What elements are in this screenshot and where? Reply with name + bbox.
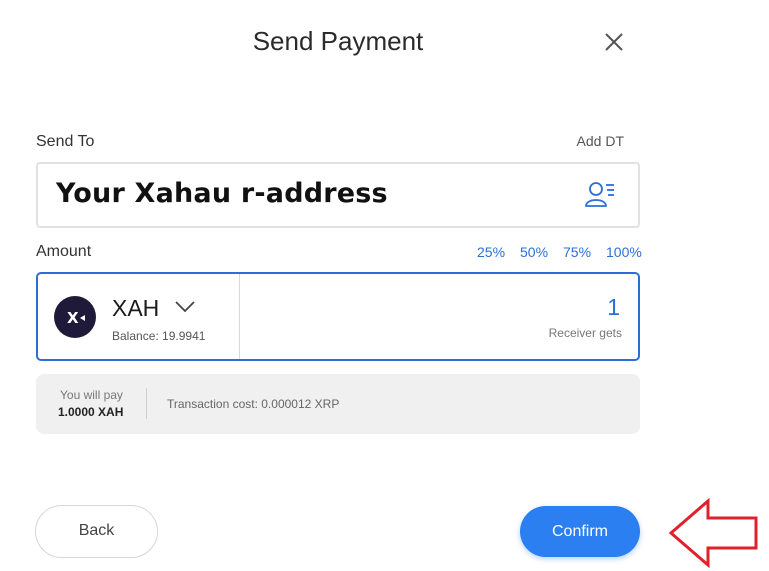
send-to-label: Send To (36, 133, 95, 150)
token-symbol: XAH (112, 295, 160, 321)
red-arrow-icon (668, 498, 758, 568)
percent-100-button[interactable]: 100% (606, 244, 642, 260)
contacts-button[interactable] (584, 180, 616, 210)
address-field[interactable]: Your Xahau r-address (36, 162, 640, 228)
address-value: Your Xahau r-address (56, 178, 388, 209)
xah-logo: X (54, 296, 96, 338)
percent-25-button[interactable]: 25% (477, 244, 505, 260)
receiver-gets-label: Receiver gets (548, 326, 622, 340)
contacts-icon (585, 182, 614, 207)
payment-summary: You will pay 1.0000 XAH Transaction cost… (36, 374, 640, 434)
token-balance: Balance: 19.9941 (112, 329, 206, 343)
pay-value: 1.0000 XAH (58, 405, 124, 419)
summary-divider (146, 388, 147, 419)
transaction-cost: Transaction cost: 0.000012 XRP (167, 397, 340, 411)
percent-options: 25% 50% 75% 100% (470, 244, 642, 262)
percent-75-button[interactable]: 75% (563, 244, 591, 260)
page-title: Send Payment (252, 26, 424, 56)
amount-box: X XAH Balance: 19.9941 1 Receiver gets (36, 272, 640, 361)
amount-label: Amount (36, 243, 92, 260)
add-dt-link[interactable]: Add DT (540, 133, 624, 149)
close-button[interactable] (600, 28, 628, 56)
pay-label: You will pay (60, 388, 123, 402)
svg-text:X: X (67, 309, 79, 327)
close-icon (605, 33, 623, 51)
back-button[interactable]: Back (35, 505, 158, 558)
confirm-button[interactable]: Confirm (520, 506, 640, 557)
token-selector[interactable]: X XAH Balance: 19.9941 (38, 274, 240, 359)
percent-50-button[interactable]: 50% (520, 244, 548, 260)
send-payment-dialog: Send Payment Send To Add DT Your Xahau r… (0, 0, 769, 571)
chevron-down-icon (175, 301, 195, 313)
amount-input[interactable]: 1 (607, 294, 620, 321)
